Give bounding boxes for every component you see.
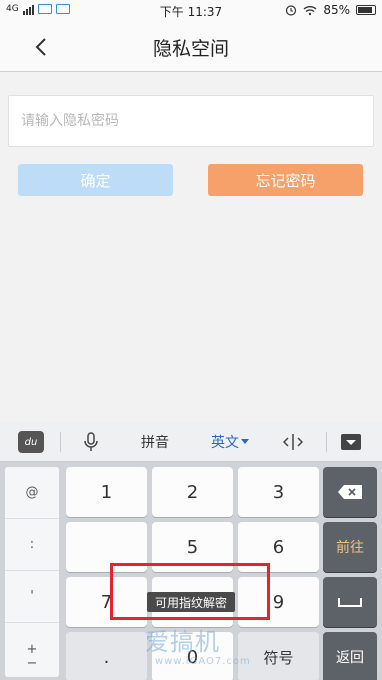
space-key[interactable]	[323, 577, 377, 627]
dropdown-triangle-icon	[241, 439, 249, 444]
app-header: 隐私空间	[0, 22, 382, 72]
highlight-box	[110, 563, 270, 620]
forgot-password-button[interactable]: 忘记密码	[208, 164, 363, 196]
symbol-key-quote[interactable]: '	[5, 571, 59, 623]
battery-percent: 85%	[323, 3, 350, 17]
symbol-column: @ : ' +	[5, 467, 59, 677]
key-1[interactable]: 1	[66, 467, 147, 517]
microphone-icon	[84, 432, 98, 451]
baidu-logo-icon: du	[18, 431, 44, 453]
cursor-move-icon	[283, 434, 303, 450]
confirm-button[interactable]: 确定	[18, 164, 173, 196]
page-title: 隐私空间	[152, 38, 229, 60]
key-2[interactable]: 2	[152, 467, 233, 517]
hide-keyboard-icon	[341, 434, 361, 450]
keyboard: du 拼音 英文 @ : ' + − 1 2 3 5 6 前往 7 9 . 0 …	[0, 422, 382, 680]
go-key[interactable]: 前往	[323, 522, 377, 572]
toolbar-divider	[60, 432, 61, 452]
symbol-key-minus[interactable]: −	[5, 649, 59, 677]
backspace-icon	[338, 485, 362, 499]
english-mode-label: 英文	[211, 435, 239, 451]
cursor-move-button[interactable]	[278, 422, 308, 462]
status-bar: 4G 下午 11:37 85%	[0, 0, 382, 22]
return-key[interactable]: 返回	[323, 632, 377, 680]
battery-icon	[356, 5, 376, 15]
password-card	[8, 95, 374, 147]
keyboard-toolbar: du 拼音 英文	[0, 422, 382, 462]
space-bar-icon	[338, 598, 362, 607]
dot-key[interactable]: .	[66, 632, 147, 680]
symbol-key-colon[interactable]: :	[5, 519, 59, 571]
symbol-key-at[interactable]: @	[5, 467, 59, 519]
status-right: 85%	[285, 3, 376, 17]
toolbar-divider	[326, 432, 327, 452]
alarm-icon	[286, 5, 297, 16]
keyboard-logo-button[interactable]: du	[14, 422, 48, 462]
voice-input-button[interactable]	[76, 422, 106, 462]
symbols-key[interactable]: 符号	[238, 632, 319, 680]
key-3[interactable]: 3	[238, 467, 319, 517]
key-0[interactable]: 0	[152, 632, 233, 680]
screen: 4G 下午 11:37 85% 隐私空间 确定 忘记密码 du 拼音 英文 @ …	[0, 0, 382, 680]
pinyin-mode-button[interactable]: 拼音	[128, 422, 182, 462]
wifi-icon	[303, 5, 317, 15]
password-input[interactable]	[9, 96, 373, 146]
hide-keyboard-button[interactable]	[338, 422, 364, 462]
backspace-key[interactable]	[323, 467, 377, 517]
english-mode-button[interactable]: 英文	[200, 422, 260, 462]
